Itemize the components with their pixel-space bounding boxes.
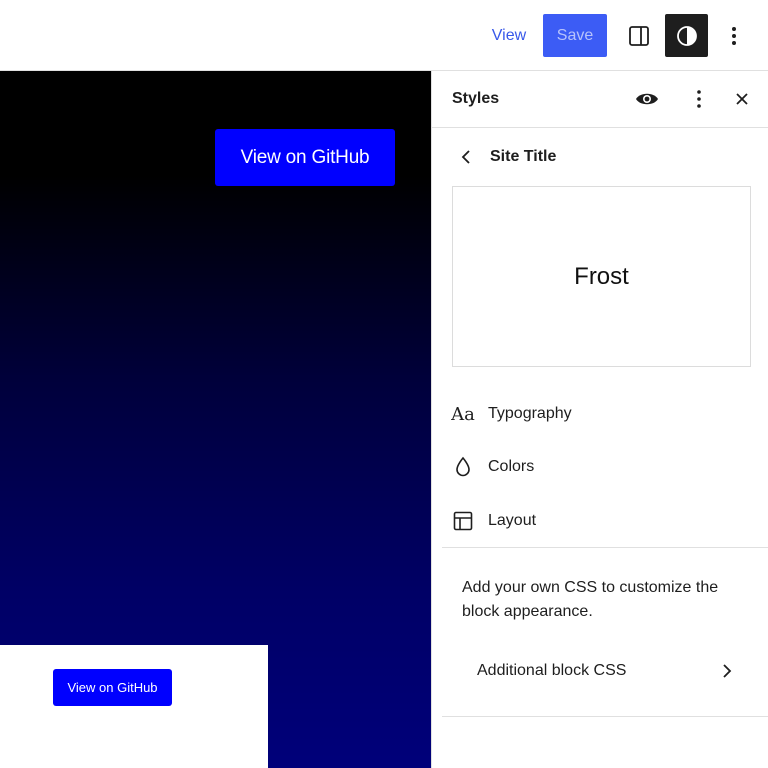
- css-link-label: Additional block CSS: [477, 662, 627, 679]
- nav-item-colors[interactable]: Colors: [442, 445, 758, 489]
- typography-icon: Aa: [451, 403, 475, 425]
- nav-item-label: Colors: [488, 458, 535, 475]
- nav-item-label: Typography: [488, 405, 572, 422]
- block-preview: Frost: [452, 186, 751, 367]
- eye-icon: [636, 93, 658, 105]
- settings-panel-toggle[interactable]: [618, 14, 660, 57]
- sidebar-header: Styles: [432, 71, 768, 128]
- options-menu-button[interactable]: [716, 14, 752, 57]
- block-title: Site Title: [490, 148, 557, 165]
- css-description: Add your own CSS to customize the block …: [462, 579, 719, 620]
- droplet-icon: [450, 454, 476, 480]
- top-toolbar: View Save: [0, 0, 768, 71]
- sidebar-options-button[interactable]: [684, 84, 714, 114]
- chevron-right-icon: [723, 664, 732, 678]
- more-vertical-icon: [697, 90, 701, 108]
- chevron-left-icon: [461, 150, 470, 164]
- additional-block-css-link[interactable]: Additional block CSS: [462, 651, 732, 691]
- layout-icon: [450, 508, 476, 534]
- more-vertical-icon: [732, 26, 736, 45]
- view-on-github-small-button[interactable]: View on GitHub: [53, 669, 172, 706]
- styles-toggle-button[interactable]: [665, 14, 708, 57]
- styles-sidebar: Styles Site Title Frost Aa Typography Co…: [431, 71, 768, 768]
- block-header: Site Title: [432, 129, 768, 185]
- sidebar-title: Styles: [452, 90, 500, 107]
- contrast-icon: [676, 25, 697, 46]
- editor-canvas[interactable]: View on GitHub View on GitHub: [0, 71, 431, 768]
- divider: [442, 547, 768, 548]
- view-button[interactable]: View: [482, 14, 536, 57]
- close-sidebar-button[interactable]: [727, 84, 757, 114]
- nav-item-typography[interactable]: Aa Typography: [442, 392, 758, 436]
- nav-item-layout[interactable]: Layout: [442, 499, 758, 543]
- back-button[interactable]: [452, 143, 480, 171]
- close-icon: [736, 93, 748, 105]
- sidebar-panel-icon: [629, 25, 649, 46]
- nav-item-label: Layout: [488, 512, 537, 529]
- preview-card: View on GitHub: [0, 645, 268, 768]
- save-button[interactable]: Save: [543, 14, 607, 57]
- preview-text: Frost: [574, 262, 629, 290]
- divider: [442, 716, 768, 717]
- style-book-button[interactable]: [632, 84, 662, 114]
- view-on-github-button[interactable]: View on GitHub: [215, 129, 395, 186]
